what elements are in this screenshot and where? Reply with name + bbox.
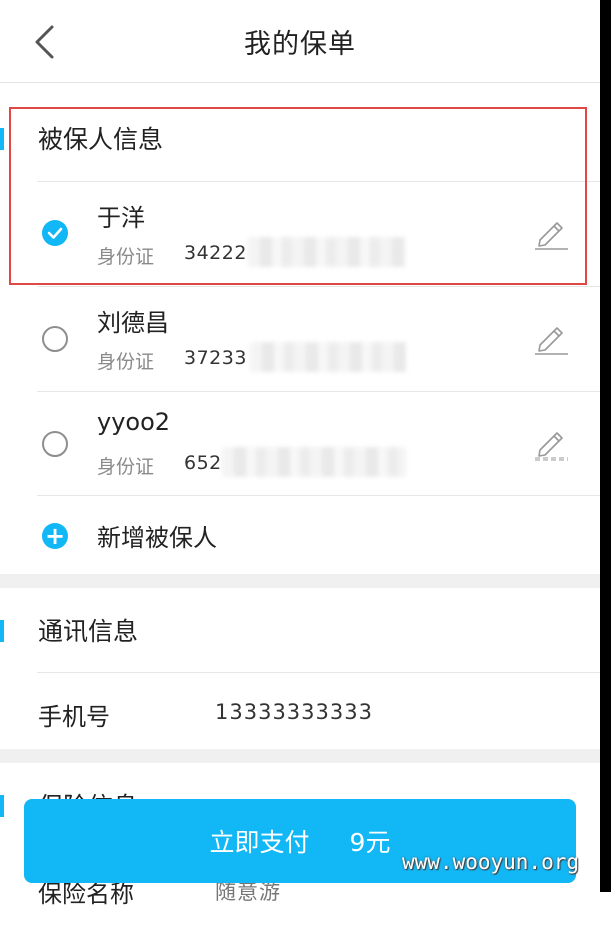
highlight-annotation-box	[9, 107, 587, 285]
page-title: 我的保单	[244, 29, 356, 60]
contact-section-header: 通讯信息	[0, 596, 600, 666]
redacted-id-blur	[250, 342, 406, 372]
radio-unchecked[interactable]	[42, 431, 68, 457]
screen-edge	[600, 0, 611, 892]
insured-name: 刘德昌	[97, 309, 169, 337]
insured-name: yyoo2	[97, 408, 171, 436]
id-number: 652	[184, 452, 222, 474]
watermark-text: www.wooyun.org	[402, 850, 580, 874]
id-number: 37233	[184, 347, 247, 369]
insured-row-3[interactable]: yyoo2 身份证 652	[0, 392, 600, 496]
phone-label: 手机号	[38, 703, 110, 731]
add-insured-button[interactable]: + 新增被保人	[0, 496, 600, 574]
edit-icon[interactable]	[532, 424, 570, 462]
section-accent-bar	[0, 795, 4, 817]
pay-amount: 9元	[349, 828, 391, 857]
section-accent-bar	[0, 620, 4, 642]
section-gap	[0, 749, 600, 763]
section-gap	[0, 574, 600, 588]
plus-circle-icon: +	[42, 523, 68, 549]
phone-row[interactable]: 手机号 13333333333	[0, 673, 600, 749]
edit-icon[interactable]	[532, 319, 570, 357]
insured-row-2[interactable]: 刘德昌 身份证 37233	[0, 287, 600, 391]
id-type-label: 身份证	[97, 456, 155, 478]
radio-unchecked[interactable]	[42, 326, 68, 352]
pay-button-label: 立即支付	[209, 828, 310, 857]
header-bar: 我的保单	[0, 0, 600, 83]
contact-section-title: 通讯信息	[38, 617, 139, 646]
redacted-id-blur	[222, 447, 406, 477]
section-accent-bar	[0, 128, 4, 150]
add-insured-label: 新增被保人	[97, 524, 217, 552]
phone-value[interactable]: 13333333333	[215, 700, 373, 724]
id-type-label: 身份证	[97, 351, 155, 373]
